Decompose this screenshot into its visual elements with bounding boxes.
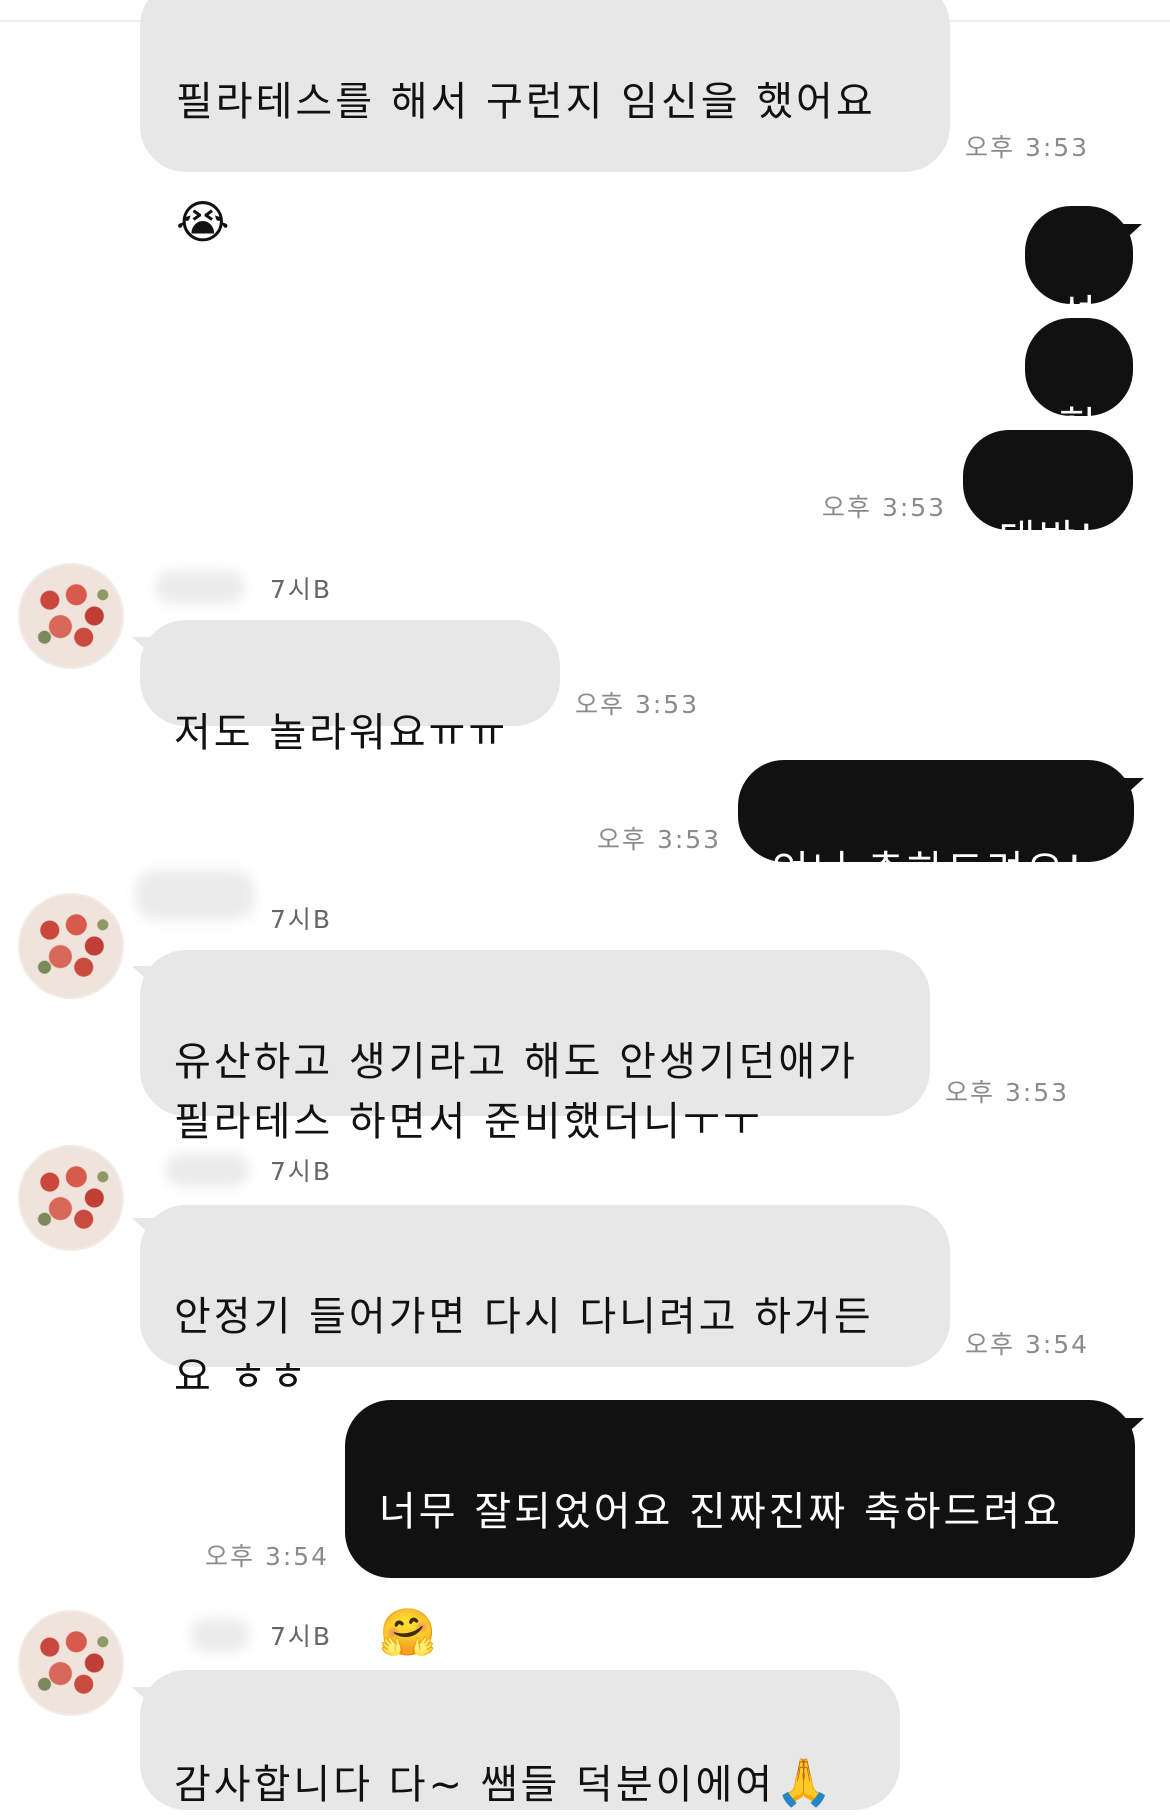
message-text: 유산하고 생기라고 해도 안생기던애가 필라테스 하면서 준비했더니ㅜㅜ <box>174 1039 858 1145</box>
message-text: 감사합니다 다~ 쌤들 덕분이에여 <box>174 1762 776 1808</box>
message-text: 언니 축하드려요! <box>772 848 1086 894</box>
message-time: 오후 3:54 <box>965 1330 1090 1359</box>
bubble-tail <box>1118 224 1142 246</box>
message-time: 오후 3:53 <box>597 825 722 854</box>
message-bubble[interactable]: 석 <box>1025 206 1133 338</box>
message-bubble[interactable]: 안정기 들어가면 다시 다니려고 하거든 요 ㅎㅎ <box>140 1205 950 1400</box>
message-text: 너무 잘되었어요 진짜진짜 축하드려요 <box>379 1489 1063 1535</box>
sender-avatar[interactable] <box>18 563 124 669</box>
sender-avatar[interactable] <box>18 1145 124 1251</box>
sender-name: 7시B <box>270 1622 333 1651</box>
message-bubble[interactable]: 저도 놀라워요ㅠㅠ <box>140 620 560 756</box>
message-bubble[interactable]: 감사합니다 다~ 쌤들 덕분이에여🙏 <box>140 1670 900 1810</box>
sender-avatar[interactable] <box>18 893 124 999</box>
message-bubble[interactable]: 필라테스를 해서 구런지 임신을 했어요 😭 <box>140 0 950 249</box>
message-bubble[interactable]: 대박! <box>963 430 1133 563</box>
blurred-sender-name <box>155 570 245 604</box>
message-bubble[interactable]: 언니 축하드려요! <box>738 760 1134 894</box>
bubble-tail <box>1120 1418 1144 1440</box>
blurred-sender-name <box>165 1153 250 1187</box>
message-time: 오후 3:53 <box>822 493 947 522</box>
message-time: 오후 3:53 <box>945 1078 1070 1107</box>
crying-emoji-icon: 😭 <box>176 195 233 249</box>
sender-avatar[interactable] <box>18 1610 124 1716</box>
sender-name: 7시B <box>270 575 333 604</box>
sender-name: 7시B <box>270 905 333 934</box>
bubble-tail <box>1120 778 1144 800</box>
message-time: 오후 3:53 <box>575 690 700 719</box>
message-time: 오후 3:53 <box>965 133 1090 162</box>
message-text: 필라테스를 해서 구런지 임신을 했어요 <box>176 79 876 125</box>
message-text: 대박! <box>998 517 1098 563</box>
message-text: 저도 놀라워요ㅠㅠ <box>174 710 509 756</box>
sender-name: 7시B <box>270 1157 333 1186</box>
blurred-sender-name <box>135 870 255 920</box>
message-bubble[interactable]: 유산하고 생기라고 해도 안생기던애가 필라테스 하면서 준비했더니ㅜㅜ <box>140 950 930 1145</box>
blurred-sender-name <box>190 1618 250 1652</box>
message-bubble[interactable]: 너무 잘되었어요 진짜진짜 축하드려요 🤗 <box>345 1400 1135 1659</box>
message-bubble[interactable]: 헉 <box>1025 318 1133 450</box>
folded-hands-emoji-icon: 🙏 <box>775 1755 836 1809</box>
message-text: 안정기 들어가면 다시 다니려고 하거든 요 ㅎㅎ <box>174 1294 874 1400</box>
message-time: 오후 3:54 <box>205 1542 330 1571</box>
hugging-emoji-icon: 🤗 <box>379 1605 440 1659</box>
